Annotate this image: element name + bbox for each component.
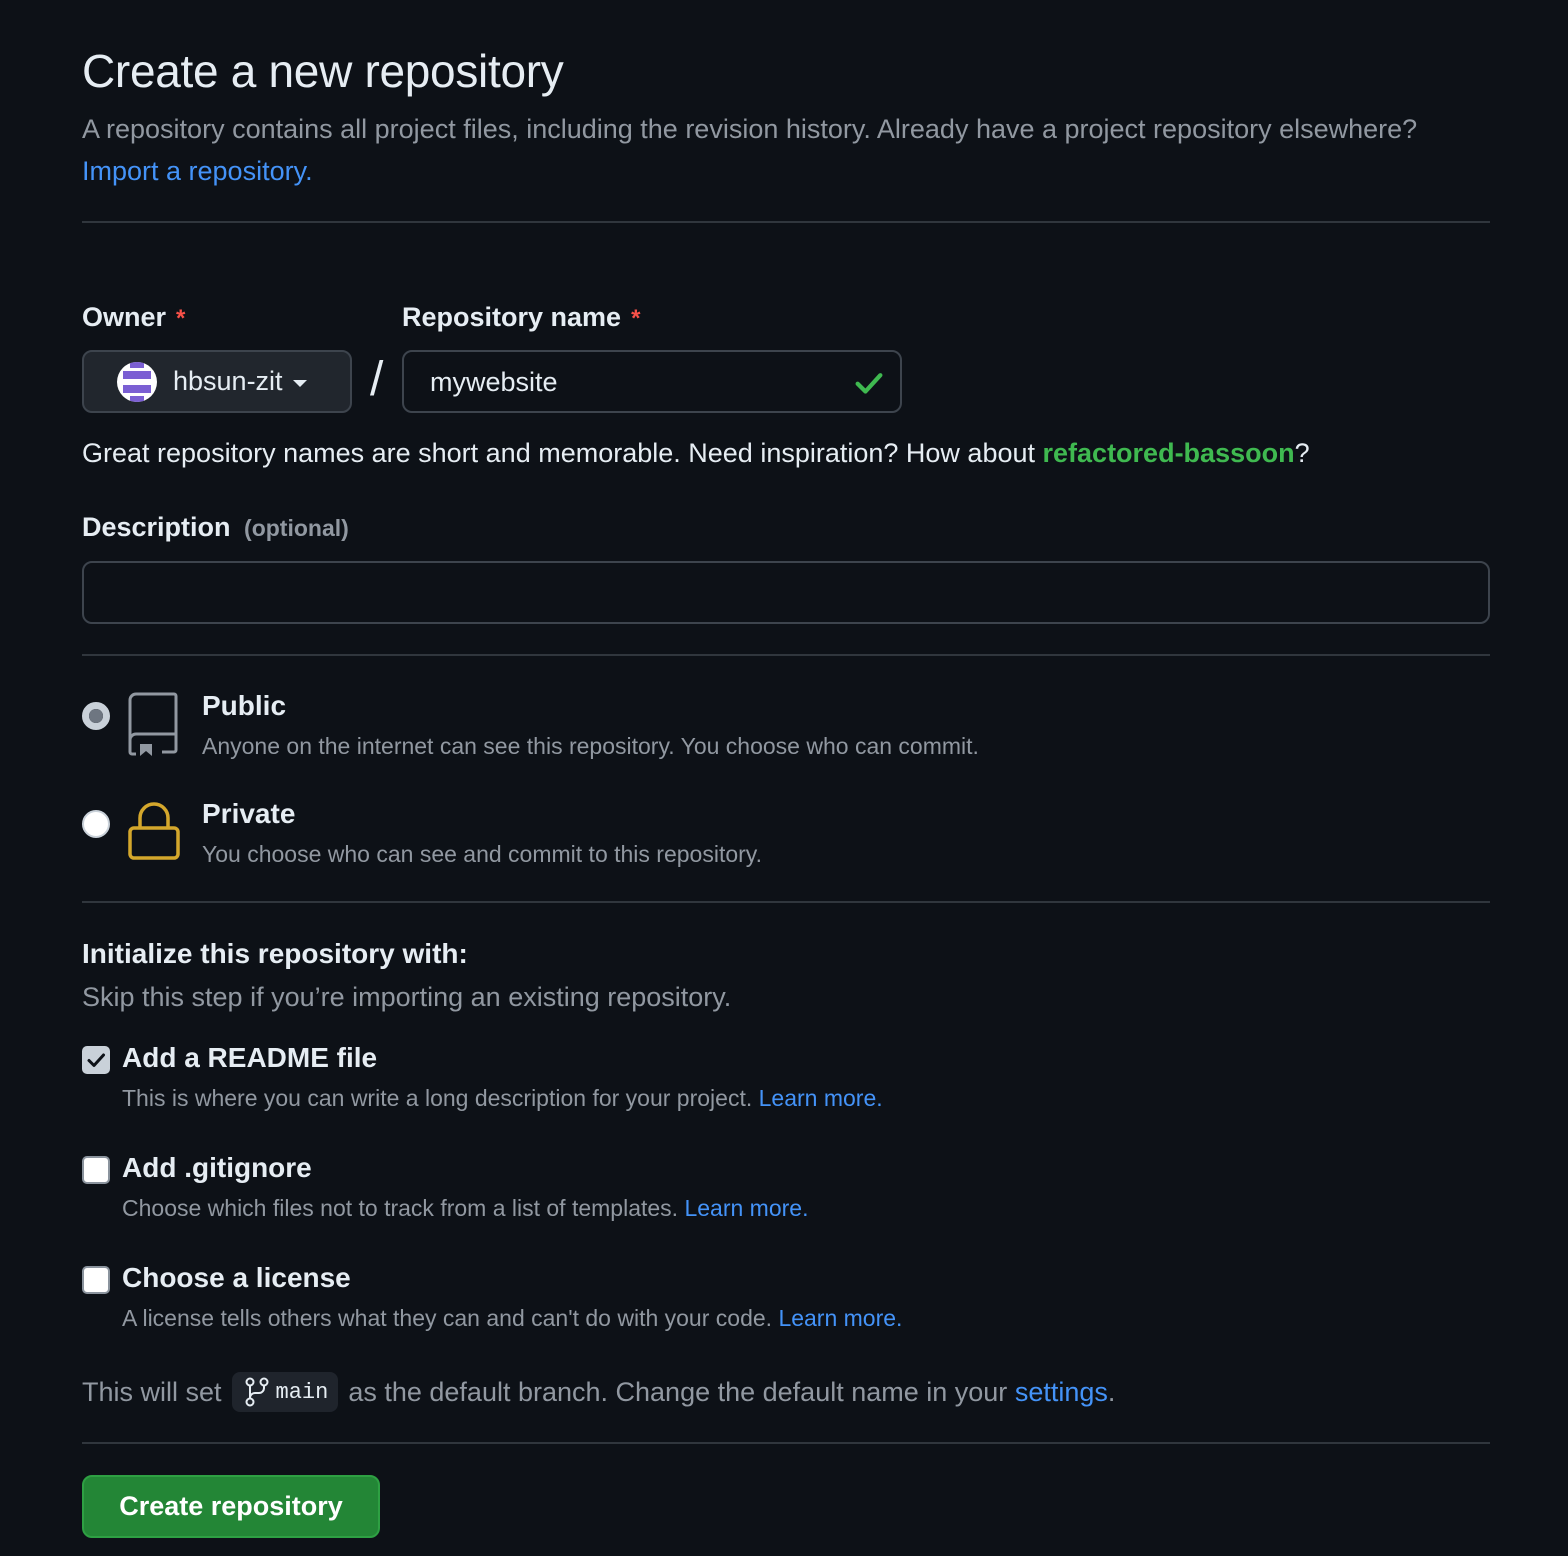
readme-description: This is where you can write a long descr…: [122, 1085, 883, 1112]
description-input[interactable]: [104, 577, 1468, 610]
readme-checkbox[interactable]: [82, 1046, 110, 1074]
owner-dropdown[interactable]: hbsun-zit: [82, 350, 352, 413]
divider: [82, 1442, 1490, 1444]
license-learn-more-link[interactable]: Learn more.: [778, 1305, 902, 1331]
optional-tag: (optional): [244, 515, 349, 541]
description-field[interactable]: [82, 561, 1490, 624]
intro-text: A repository contains all project files,…: [82, 114, 1418, 144]
name-suggestion[interactable]: refactored-bassoon: [1043, 438, 1295, 468]
readme-learn-more-link[interactable]: Learn more.: [759, 1085, 883, 1111]
repo-name-input[interactable]: [428, 366, 832, 399]
lock-icon: [128, 802, 180, 860]
initialize-subtitle: Skip this step if you’re importing an ex…: [82, 982, 732, 1012]
repo-book-icon: [128, 692, 178, 756]
caret-down-icon: [292, 380, 307, 387]
required-mark: *: [176, 305, 186, 332]
owner-label: Owner *: [82, 302, 185, 333]
description-label: Description (optional): [82, 512, 349, 543]
hint-text: Great repository names are short and mem…: [82, 438, 1035, 468]
owner-name: hbsun-zit: [173, 366, 283, 396]
repo-name-label-text: Repository name: [402, 302, 622, 332]
branch-prefix: This will set: [82, 1376, 222, 1407]
create-repository-button[interactable]: Create repository: [82, 1475, 380, 1538]
divider: [82, 221, 1490, 223]
public-description: Anyone on the internet can see this repo…: [202, 733, 979, 759]
import-repository-link[interactable]: Import a repository.: [82, 156, 313, 186]
owner-avatar: [117, 361, 157, 402]
repo-name-label: Repository name *: [402, 302, 640, 333]
license-title: Choose a license: [122, 1262, 351, 1293]
owner-repo-separator: /: [370, 353, 384, 406]
gitignore-desc-text: Choose which files not to track from a l…: [122, 1195, 679, 1221]
private-radio[interactable]: [82, 810, 110, 838]
repo-name-hint: Great repository names are short and mem…: [82, 438, 1310, 469]
branch-suffix: .: [1107, 1376, 1116, 1407]
hint-suffix: ?: [1294, 438, 1310, 468]
settings-link[interactable]: settings: [1015, 1377, 1108, 1408]
gitignore-title: Add .gitignore: [122, 1152, 312, 1183]
license-checkbox[interactable]: [82, 1266, 110, 1294]
git-branch-icon: [245, 1377, 269, 1407]
gitignore-description: Choose which files not to track from a l…: [122, 1195, 808, 1222]
license-desc-text: A license tells others what they can and…: [122, 1305, 773, 1331]
checkmark-icon: [87, 1053, 105, 1067]
private-description: You choose who can see and commit to thi…: [202, 841, 762, 867]
divider: [82, 901, 1490, 903]
default-branch-note: This will set main as the default branch…: [82, 1372, 1115, 1412]
public-radio[interactable]: [82, 702, 110, 730]
check-icon: [855, 373, 883, 394]
required-mark: *: [631, 305, 641, 332]
readme-title: Add a README file: [122, 1042, 378, 1073]
divider: [82, 654, 1490, 656]
gitignore-learn-more-link[interactable]: Learn more.: [684, 1195, 808, 1221]
page-intro: A repository contains all project files,…: [82, 108, 1422, 192]
public-title: Public: [202, 690, 287, 721]
license-description: A license tells others what they can and…: [122, 1305, 902, 1332]
owner-label-text: Owner: [82, 302, 167, 332]
readme-desc-text: This is where you can write a long descr…: [122, 1085, 753, 1111]
repo-name-field[interactable]: [402, 350, 902, 413]
page-title: Create a new repository: [82, 45, 564, 97]
branch-middle-text: as the default branch. Change the defaul…: [348, 1376, 1008, 1407]
description-label-text: Description: [82, 512, 231, 542]
initialize-title: Initialize this repository with:: [82, 938, 468, 969]
branch-name: main: [275, 1379, 329, 1405]
gitignore-checkbox[interactable]: [82, 1156, 110, 1184]
branch-name-pill: main: [231, 1372, 339, 1412]
private-title: Private: [202, 798, 296, 829]
